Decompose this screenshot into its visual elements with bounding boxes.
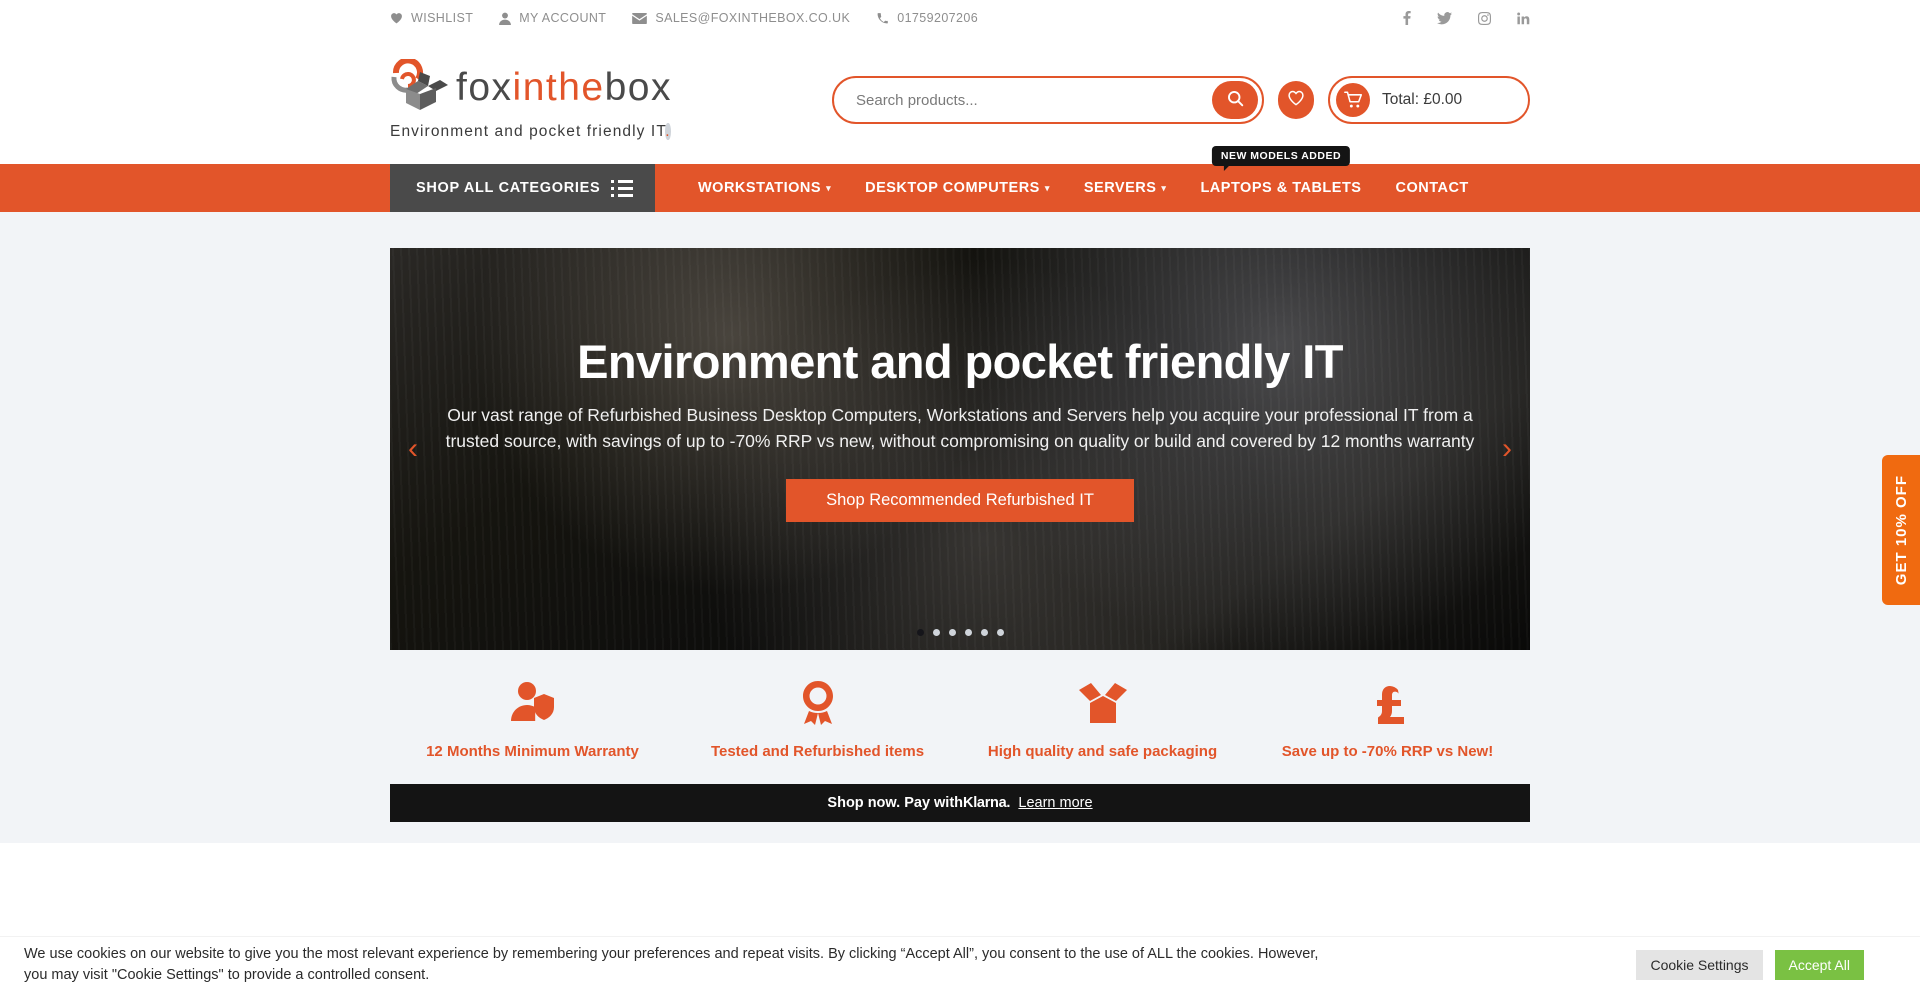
feature-label: 12 Months Minimum Warranty: [426, 743, 639, 760]
nav-menu: WORKSTATIONS ▾ DESKTOP COMPUTERS ▾ SERVE…: [681, 146, 1486, 212]
chevron-down-icon: ▾: [1161, 182, 1167, 193]
klarna-brand: Klarna: [963, 795, 1007, 811]
hero-slider: ‹ › Environment and pocket friendly IT O…: [390, 248, 1530, 650]
slider-dot-5[interactable]: [980, 629, 988, 636]
nav-item-label: CONTACT: [1395, 180, 1469, 196]
nav-item-label: SERVERS: [1083, 180, 1157, 196]
twitter-icon[interactable]: [1437, 11, 1452, 25]
feature-label: Save up to -70% RRP vs New!: [1281, 743, 1494, 760]
phone-icon: [876, 12, 889, 25]
instagram-icon[interactable]: [1478, 11, 1491, 25]
hero-slide: Environment and pocket friendly IT Our v…: [390, 248, 1530, 522]
main-content: ‹ › Environment and pocket friendly IT O…: [0, 212, 1920, 843]
email-link[interactable]: SALES@FOXINTHEBOX.CO.UK: [632, 11, 850, 25]
slider-dots: [390, 629, 1530, 636]
my-account-label: MY ACCOUNT: [519, 11, 607, 25]
linkedin-icon[interactable]: [1517, 12, 1530, 25]
slider-next-button[interactable]: ›: [1502, 432, 1512, 466]
user-icon: [499, 12, 512, 25]
shop-all-categories-label: SHOP ALL CATEGORIES: [416, 180, 601, 196]
cart-total-label: Total: £0.00: [1382, 91, 1463, 108]
my-account-link[interactable]: MY ACCOUNT: [499, 11, 606, 25]
social-links: [1403, 11, 1530, 25]
shop-all-categories-button[interactable]: SHOP ALL CATEGORIES: [390, 164, 655, 212]
user-shield-icon: [390, 674, 675, 732]
nav-item-contact[interactable]: CONTACT: [1378, 164, 1485, 212]
wishlist-label: WISHLIST: [411, 11, 474, 25]
cart-icon: [1336, 83, 1370, 117]
pound-sign-icon: [1245, 674, 1530, 732]
klarna-learn-more-link[interactable]: Learn more: [1018, 795, 1092, 811]
feature-strip: 12 Months Minimum Warranty Tested and Re…: [390, 674, 1530, 760]
heart-icon: [390, 12, 403, 24]
hamburger-list-icon: [611, 179, 633, 197]
logo-part-2: inthe: [512, 66, 605, 109]
chevron-down-icon: ▾: [826, 182, 832, 193]
site-header: foxinthebox Environment and pocket frien…: [0, 36, 1920, 164]
facebook-icon[interactable]: [1403, 11, 1411, 25]
search-box: [832, 76, 1264, 124]
site-logo[interactable]: foxinthebox Environment and pocket frien…: [390, 57, 740, 141]
header-tools: Total: £0.00: [832, 76, 1530, 124]
search-input[interactable]: [856, 91, 1186, 109]
chevron-down-icon: ▾: [1044, 182, 1050, 193]
cookie-settings-button[interactable]: Cookie Settings: [1636, 950, 1763, 980]
wishlist-button[interactable]: [1278, 81, 1314, 119]
main-nav: SHOP ALL CATEGORIES WORKSTATIONS ▾ DESKT…: [0, 146, 1920, 212]
slider-dot-4[interactable]: [964, 629, 972, 636]
search-icon: [1227, 90, 1244, 110]
slider-dot-3[interactable]: [948, 629, 956, 636]
feature-tested: Tested and Refurbished items: [675, 674, 960, 760]
feature-warranty: 12 Months Minimum Warranty: [390, 674, 675, 760]
feature-packaging: High quality and safe packaging: [960, 674, 1245, 760]
logo-tagline: Environment and pocket friendly IT: [390, 123, 666, 140]
page-root: WISHLIST MY ACCOUNT SALES@FOXINTHEBOX.CO…: [0, 0, 1920, 993]
hero-description: Our vast range of Refurbished Business D…: [445, 404, 1475, 452]
logo-part-3: box: [604, 66, 672, 109]
slider-dot-6[interactable]: [996, 629, 1004, 636]
cookie-buttons: Cookie Settings Accept All: [1636, 950, 1896, 980]
cart-button[interactable]: Total: £0.00: [1328, 76, 1530, 124]
new-models-badge: NEW MODELS ADDED: [1211, 146, 1351, 171]
fox-box-logo-icon: [390, 57, 450, 116]
feature-savings: Save up to -70% RRP vs New!: [1245, 674, 1530, 760]
feature-label: Tested and Refurbished items: [710, 743, 925, 760]
top-bar-links: WISHLIST MY ACCOUNT SALES@FOXINTHEBOX.CO…: [390, 11, 978, 25]
nav-item-workstations[interactable]: WORKSTATIONS ▾: [681, 164, 848, 212]
logo-tagline-dot: .: [665, 123, 671, 140]
nav-item-desktop-computers[interactable]: DESKTOP COMPUTERS ▾: [848, 164, 1067, 212]
search-button[interactable]: [1212, 81, 1258, 119]
nav-item-laptops-tablets[interactable]: NEW MODELS ADDED LAPTOPS & TABLETS: [1183, 146, 1378, 212]
nav-item-servers[interactable]: SERVERS ▾: [1067, 164, 1184, 212]
cookie-consent-bar: We use cookies on our website to give yo…: [0, 937, 1920, 993]
email-label: SALES@FOXINTHEBOX.CO.UK: [655, 11, 851, 25]
open-box-icon: [960, 674, 1245, 732]
phone-link[interactable]: 01759207206: [876, 11, 978, 25]
klarna-banner: Shop now. Pay with Klarna. Learn more: [390, 784, 1530, 822]
hero-cta-button[interactable]: Shop Recommended Refurbished IT: [786, 478, 1134, 522]
logo-part-1: fox: [456, 66, 513, 109]
feature-label: High quality and safe packaging: [987, 743, 1218, 760]
klarna-prefix: Shop now. Pay with: [827, 795, 964, 811]
wishlist-link[interactable]: WISHLIST: [390, 11, 473, 25]
accept-all-button[interactable]: Accept All: [1774, 950, 1864, 980]
slider-dot-2[interactable]: [932, 629, 940, 636]
phone-label: 01759207206: [897, 11, 979, 25]
get-discount-tab[interactable]: GET 10% OFF: [1882, 455, 1920, 605]
nav-item-label: LAPTOPS & TABLETS: [1200, 180, 1362, 196]
top-bar: WISHLIST MY ACCOUNT SALES@FOXINTHEBOX.CO…: [0, 0, 1920, 36]
heart-icon: [1287, 89, 1305, 111]
cookie-consent-text: We use cookies on our website to give yo…: [24, 946, 1319, 983]
slider-dot-1[interactable]: [916, 629, 924, 636]
nav-item-label: WORKSTATIONS: [698, 180, 822, 196]
nav-item-label: DESKTOP COMPUTERS: [865, 180, 1040, 196]
slider-prev-button[interactable]: ‹: [408, 432, 418, 466]
award-ribbon-icon: [675, 674, 960, 732]
hero-title: Environment and pocket friendly IT: [577, 335, 1343, 388]
klarna-suffix: .: [1006, 795, 1011, 811]
get-discount-label: GET 10% OFF: [1892, 474, 1910, 586]
envelope-icon: [632, 12, 648, 24]
